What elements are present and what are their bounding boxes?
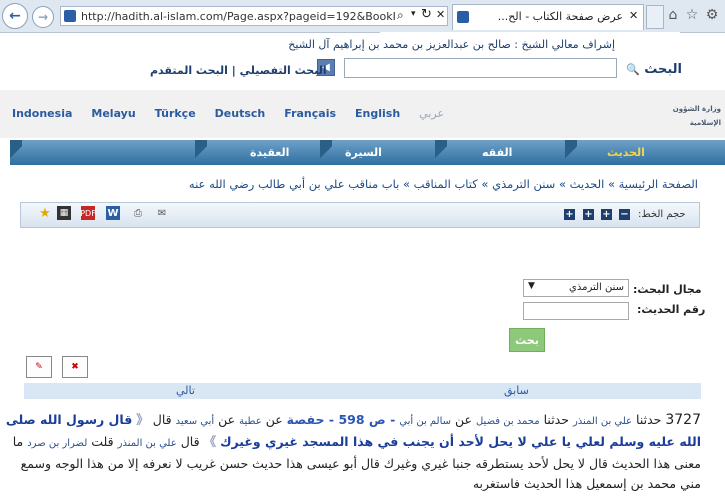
search-field-label: مجال البحث: <box>633 283 702 296</box>
home-icon[interactable]: ⌂ <box>665 7 681 23</box>
language-list: Indonesia Melayu Türkçe Deutsch Français Engl… <box>12 107 463 120</box>
quote-close-mark: 》 <box>203 434 217 449</box>
lang-arabic[interactable]: عربي <box>419 107 444 120</box>
search-label: البحث 🔍 <box>626 62 683 77</box>
hadith-text: 3727 حدثنا علي بن المنذر حدثنا محمد بن ف… <box>1 410 701 494</box>
narrator-link[interactable]: علي بن المنذر <box>573 416 632 427</box>
narrator-link[interactable]: عطية <box>239 416 262 427</box>
pdf-icon[interactable]: PDF <box>80 206 96 220</box>
favorites-star-icon[interactable]: ☆ <box>684 7 700 23</box>
search-button[interactable]: بحث <box>509 328 545 352</box>
settings-gear-icon[interactable]: ⚙ <box>704 7 720 23</box>
narrator-link[interactable]: أبي سعيد <box>176 416 215 427</box>
address-bar[interactable]: http://hadith.al-islam.com/Page.aspx?pag… <box>60 6 448 26</box>
nav-separator <box>195 140 207 165</box>
narrator-link[interactable]: سالم بن أبي <box>399 416 451 427</box>
share-icon[interactable]: ✎ <box>26 356 52 378</box>
report-icon[interactable]: ✖ <box>62 356 88 378</box>
book-select-value: سنن الترمذي <box>569 282 624 293</box>
breadcrumb[interactable]: الصفحة الرئيسية » الحديث » سنن الترمذي »… <box>189 177 698 191</box>
text-fragment: قلت <box>91 434 114 449</box>
text-fragment: عن <box>218 412 236 427</box>
hadith-number: 3727 <box>665 412 701 428</box>
lang-turkce[interactable]: Türkçe <box>155 107 196 120</box>
nav-separator <box>320 140 332 165</box>
chevron-down-icon: ▼ <box>528 281 535 291</box>
save-icon[interactable]: ▦ <box>57 206 71 220</box>
lang-indonesia[interactable]: Indonesia <box>12 107 72 120</box>
forward-arrow-icon[interactable]: → <box>32 6 54 28</box>
page-reference: - ص 598 - حفصة <box>286 412 396 427</box>
text-fragment: حدثنا <box>636 412 662 427</box>
text-fragment: حدثنا <box>543 412 569 427</box>
advanced-search-links[interactable]: البحث التفصيلي | البحث المتقدم <box>150 64 327 77</box>
tab-favicon-icon <box>457 11 469 23</box>
print-icon[interactable]: ⎙ <box>131 206 145 220</box>
nav-separator <box>435 140 447 165</box>
narrator-link[interactable]: لضرار بن صرد <box>27 438 87 449</box>
logo-text: وزارة الشؤون الإسلامية <box>672 105 721 127</box>
new-tab-button[interactable] <box>646 5 664 29</box>
ministry-logo[interactable]: وزارة الشؤون الإسلامية <box>665 100 721 128</box>
font-increase-button[interactable]: + <box>564 209 575 220</box>
text-fragment: قال <box>152 412 172 427</box>
page-toolbar <box>20 202 700 228</box>
site-favicon-icon <box>64 10 76 22</box>
nav-separator <box>565 140 577 165</box>
hadith-number-label: رقم الحديث: <box>637 303 706 316</box>
nav-tab-aqeedah[interactable]: العقيدة <box>250 146 289 159</box>
book-select[interactable]: سنن الترمذي ▼ <box>523 279 629 297</box>
pager-band <box>24 383 701 399</box>
font-size-label: حجم الخط: <box>638 209 686 220</box>
dropdown-icon[interactable]: ▾ <box>411 9 416 19</box>
narrator-link[interactable]: محمد بن فضيل <box>476 416 540 427</box>
email-icon[interactable]: ✉ <box>155 206 169 220</box>
nav-tab-fiqh[interactable]: الفقه <box>482 146 512 159</box>
font-increase-button[interactable]: + <box>583 209 594 220</box>
font-increase-button[interactable]: + <box>601 209 612 220</box>
prev-link[interactable]: سابق <box>504 384 529 397</box>
url-text: http://hadith.al-islam.com/Page.aspx?pag… <box>81 10 396 23</box>
tab-close-icon[interactable]: ✕ <box>629 9 638 22</box>
browser-tab[interactable]: عرض صفحة الكتاب - الح... ✕ <box>452 4 644 30</box>
refresh-icon[interactable]: ↻ <box>421 7 432 22</box>
lang-english[interactable]: English <box>355 107 400 120</box>
text-fragment: عن <box>265 412 283 427</box>
next-link[interactable]: تالي <box>176 384 195 397</box>
favorite-icon[interactable]: ★ <box>38 206 52 221</box>
nav-separator <box>10 140 22 165</box>
magnifier-icon: 🔍 <box>626 63 640 76</box>
quote-open-mark: 《 <box>136 412 149 427</box>
lang-deutsch[interactable]: Deutsch <box>215 107 266 120</box>
hadith-number-input[interactable] <box>523 302 629 320</box>
search-icon[interactable]: ⌕ <box>397 8 404 23</box>
nav-tab-seerah[interactable]: السيرة <box>345 146 382 159</box>
supervision-line: إشراف معالي الشيخ : صالح بن عبدالعزيز بن… <box>288 38 615 51</box>
narrator-link[interactable]: علي بن المنذر <box>118 438 177 449</box>
nav-tab-hadith[interactable]: الحديث <box>607 146 645 159</box>
site-search-input[interactable] <box>344 58 617 78</box>
lang-melayu[interactable]: Melayu <box>91 107 135 120</box>
tab-title: عرض صفحة الكتاب - الح... <box>497 10 623 23</box>
text-fragment: عن <box>455 412 472 427</box>
word-icon[interactable]: W <box>106 206 120 220</box>
font-decrease-button[interactable]: − <box>619 209 630 220</box>
back-arrow-icon[interactable]: ← <box>2 3 28 29</box>
stop-icon[interactable]: ✕ <box>436 8 445 21</box>
text-fragment: قال <box>180 434 200 449</box>
lang-francais[interactable]: Français <box>284 107 336 120</box>
